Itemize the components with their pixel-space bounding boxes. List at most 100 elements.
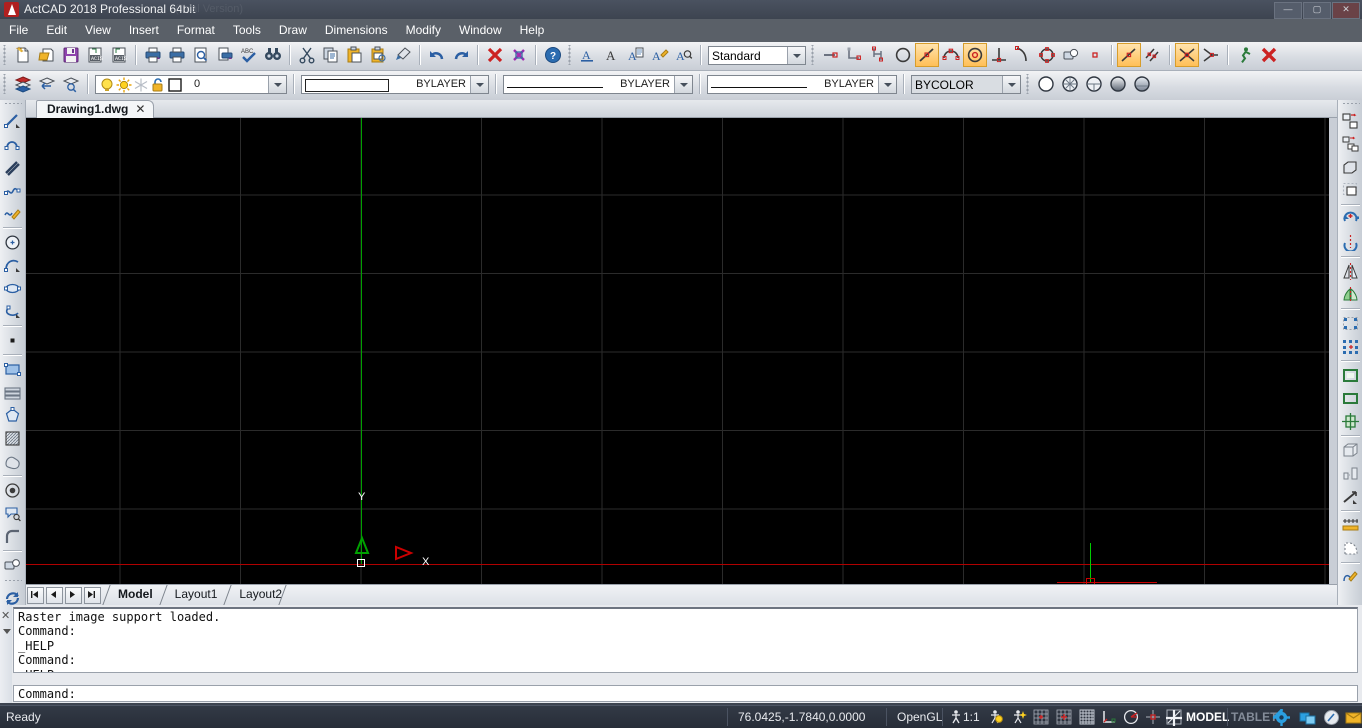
status-space-label[interactable]: MODEL (1186, 710, 1229, 724)
drawing-canvas[interactable]: Y X (26, 118, 1329, 584)
toolbar-grip[interactable] (1025, 74, 1032, 94)
chevron-down-icon[interactable] (268, 76, 286, 93)
snap-from-button[interactable] (1199, 43, 1223, 67)
render-2d-wireframe-button[interactable] (1034, 72, 1058, 96)
text-style-combo[interactable]: Standard (708, 46, 806, 65)
layout-tab-model[interactable]: Model (106, 585, 163, 605)
snap-mode-button[interactable] (1055, 708, 1073, 726)
donut-button[interactable] (1, 479, 24, 502)
paste-special-button[interactable] (367, 43, 391, 67)
ortho-mode-button[interactable] (1100, 708, 1118, 726)
render-flat-shaded-button[interactable] (1106, 72, 1130, 96)
acis-import-button[interactable]: ACIS (83, 43, 107, 67)
toolbar-grip[interactable] (4, 579, 22, 585)
edit-polyline-button[interactable] (1339, 566, 1362, 589)
status-tablet-label[interactable]: TABLET (1231, 710, 1277, 724)
layer-manager-button[interactable] (11, 72, 35, 96)
print-button[interactable] (165, 43, 189, 67)
snap-circle-button[interactable] (891, 43, 915, 67)
lineweight-toggle-button[interactable] (1163, 708, 1185, 726)
linetype-control-combo[interactable]: BYLAYER (503, 75, 693, 94)
polygon-button[interactable] (1, 404, 24, 427)
move-button[interactable] (1339, 156, 1362, 179)
copy-object-button[interactable] (1339, 110, 1362, 133)
previous-tab-button[interactable] (46, 587, 63, 604)
layout-tab-layout2[interactable]: Layout2 (227, 585, 292, 605)
close-button[interactable]: ✕ (1332, 2, 1360, 19)
chevron-down-icon[interactable] (3, 629, 11, 634)
command-input[interactable]: Command: (13, 685, 1358, 702)
snap-parallel-button[interactable] (1141, 43, 1165, 67)
settings-gear-button[interactable] (1272, 708, 1290, 726)
chevron-down-icon[interactable] (674, 76, 692, 93)
snap-nearest-button[interactable] (915, 43, 939, 67)
color-control-combo[interactable]: BYLAYER (301, 75, 489, 94)
status-scale[interactable]: 1:1 (963, 710, 980, 724)
snap-grid-button[interactable] (1032, 708, 1050, 726)
spline-button[interactable] (1, 179, 24, 202)
toolbar-grip[interactable] (4, 102, 22, 108)
chevron-down-icon[interactable] (878, 76, 896, 93)
erase-object-button[interactable] (1339, 179, 1362, 202)
rotate-reference-button[interactable] (1339, 231, 1362, 254)
plotstyle-control-combo[interactable]: BYCOLOR (911, 75, 1021, 94)
render-3d-wireframe-button[interactable] (1058, 72, 1082, 96)
acis-export-button[interactable]: ACIS (107, 43, 131, 67)
copy-multiple-button[interactable] (1339, 133, 1362, 156)
last-tab-button[interactable] (84, 587, 101, 604)
sketch-button[interactable] (1, 202, 24, 225)
snap-insertion-button[interactable] (1059, 43, 1083, 67)
snap-apparent-intersection-button[interactable] (1175, 43, 1199, 67)
layer-control-combo[interactable]: 0 (95, 75, 287, 94)
help-button[interactable]: ? (541, 43, 565, 67)
snap-extension-button[interactable] (1117, 43, 1141, 67)
toolbar-grip[interactable] (810, 45, 817, 65)
array-rectangular-button[interactable] (1339, 312, 1362, 335)
window-tile-button[interactable] (1298, 708, 1316, 726)
mail-envelope-button[interactable] (1344, 708, 1362, 726)
copy-button[interactable] (319, 43, 343, 67)
toolbar-grip[interactable] (2, 74, 9, 94)
minimize-button[interactable]: — (1274, 2, 1302, 19)
line-button[interactable] (1, 110, 24, 133)
align-button[interactable] (1339, 410, 1362, 433)
menu-item-view[interactable]: View (76, 19, 120, 40)
open-folder-button[interactable] (35, 43, 59, 67)
snap-quadrant-button[interactable] (939, 43, 963, 67)
save-button[interactable] (59, 43, 83, 67)
polyline-button[interactable] (1, 133, 24, 156)
undo-button[interactable] (425, 43, 449, 67)
menu-item-window[interactable]: Window (450, 19, 511, 40)
snap-perpendicular-button[interactable] (987, 43, 1011, 67)
polygon-mesh-button[interactable] (1, 381, 24, 404)
snap-point-filter-button[interactable] (1083, 43, 1107, 67)
snap-midpoint-button[interactable] (843, 43, 867, 67)
osnap-clear-button[interactable] (1257, 43, 1281, 67)
status-graphics-engine[interactable]: OpenGL (897, 710, 942, 724)
lengthen-button[interactable] (1339, 514, 1362, 537)
find-button[interactable] (261, 43, 285, 67)
lineweight-control-combo[interactable]: BYLAYER (707, 75, 897, 94)
menu-item-edit[interactable]: Edit (37, 19, 76, 40)
close-icon[interactable]: ✕ (1, 609, 10, 622)
snap-intersection-button[interactable] (867, 43, 891, 67)
mirror-button[interactable] (1339, 260, 1362, 283)
grid-display-button[interactable] (1078, 708, 1096, 726)
render-gouraud-shaded-button[interactable] (1130, 72, 1154, 96)
clean-screen-button[interactable] (1322, 708, 1340, 726)
layer-previous-button[interactable] (35, 72, 59, 96)
chevron-down-icon[interactable] (1002, 76, 1020, 93)
close-icon[interactable]: ✕ (135, 102, 145, 116)
menu-item-dimensions[interactable]: Dimensions (316, 19, 397, 40)
offset-button[interactable] (1339, 364, 1362, 387)
explode-button[interactable] (507, 43, 531, 67)
menu-item-insert[interactable]: Insert (120, 19, 168, 40)
text-style-button[interactable]: A (576, 43, 600, 67)
plot-button[interactable] (141, 43, 165, 67)
fillet-curve-button[interactable] (1, 525, 24, 548)
page-setup-button[interactable] (213, 43, 237, 67)
match-properties-button[interactable] (391, 43, 415, 67)
ellipse-button[interactable] (1, 277, 24, 300)
double-line-button[interactable] (1, 156, 24, 179)
menu-item-modify[interactable]: Modify (397, 19, 450, 40)
